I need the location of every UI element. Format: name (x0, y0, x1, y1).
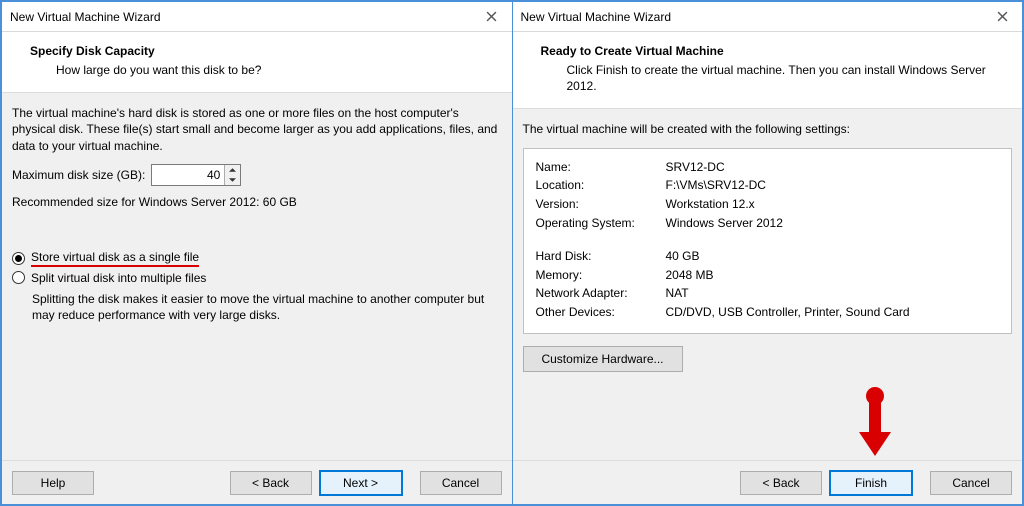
wizard-step-disk-capacity: New Virtual Machine Wizard Specify Disk … (1, 1, 512, 505)
summary-key: Network Adapter: (536, 285, 666, 302)
help-button[interactable]: Help (12, 471, 94, 495)
split-note: Splitting the disk makes it easier to mo… (32, 291, 502, 323)
spinner-down-icon[interactable] (225, 175, 240, 185)
summary-row: Location:F:\VMs\SRV12-DC (536, 177, 1000, 194)
summary-value: SRV12-DC (666, 159, 725, 176)
cancel-button[interactable]: Cancel (930, 471, 1012, 495)
summary-value: Windows Server 2012 (666, 215, 783, 232)
summary-value: Workstation 12.x (666, 196, 755, 213)
cancel-button[interactable]: Cancel (420, 471, 502, 495)
summary-value: 40 GB (666, 248, 700, 265)
summary-key: Memory: (536, 267, 666, 284)
wizard-step-ready: New Virtual Machine Wizard Ready to Crea… (512, 1, 1024, 505)
summary-key: Location: (536, 177, 666, 194)
wizard-body: The virtual machine will be created with… (513, 109, 1023, 460)
recommended-text: Recommended size for Windows Server 2012… (12, 194, 502, 210)
summary-row: Name:SRV12-DC (536, 159, 1000, 176)
titlebar: New Virtual Machine Wizard (2, 2, 512, 32)
disk-size-input[interactable] (152, 165, 224, 185)
summary-row: Operating System:Windows Server 2012 (536, 215, 1000, 232)
summary-row: Memory:2048 MB (536, 267, 1000, 284)
intro-text: The virtual machine will be created with… (523, 121, 1013, 137)
page-title: Specify Disk Capacity (30, 44, 498, 58)
wizard-footer: Help < Back Next > Cancel (2, 460, 512, 504)
summary-row: Hard Disk:40 GB (536, 248, 1000, 265)
summary-row: Network Adapter:NAT (536, 285, 1000, 302)
radio-single-label: Store virtual disk as a single file (31, 250, 199, 267)
radio-single-file[interactable]: Store virtual disk as a single file (12, 250, 502, 267)
customize-hardware-button[interactable]: Customize Hardware... (523, 346, 683, 372)
summary-value: CD/DVD, USB Controller, Printer, Sound C… (666, 304, 910, 321)
page-subtitle: How large do you want this disk to be? (56, 62, 498, 78)
close-icon[interactable] (990, 5, 1014, 29)
back-button[interactable]: < Back (740, 471, 822, 495)
finish-button[interactable]: Finish (830, 471, 912, 495)
window-title: New Virtual Machine Wizard (10, 10, 480, 24)
summary-row: Version:Workstation 12.x (536, 196, 1000, 213)
summary-key: Version: (536, 196, 666, 213)
titlebar: New Virtual Machine Wizard (513, 2, 1023, 32)
summary-row: Other Devices:CD/DVD, USB Controller, Pr… (536, 304, 1000, 321)
wizard-body: The virtual machine's hard disk is store… (2, 93, 512, 460)
page-title: Ready to Create Virtual Machine (541, 44, 1009, 58)
summary-value: NAT (666, 285, 689, 302)
wizard-header: Ready to Create Virtual Machine Click Fi… (513, 32, 1023, 109)
close-icon[interactable] (480, 5, 504, 29)
summary-key: Other Devices: (536, 304, 666, 321)
summary-key: Operating System: (536, 215, 666, 232)
wizard-footer: < Back Finish Cancel (513, 460, 1023, 504)
spinner-up-icon[interactable] (225, 165, 240, 175)
summary-value: 2048 MB (666, 267, 714, 284)
summary-value: F:\VMs\SRV12-DC (666, 177, 766, 194)
next-button[interactable]: Next > (320, 471, 402, 495)
page-subtitle: Click Finish to create the virtual machi… (567, 62, 1009, 94)
radio-split-files[interactable]: Split virtual disk into multiple files (12, 271, 502, 285)
disk-size-spinner[interactable] (151, 164, 241, 186)
summary-key: Name: (536, 159, 666, 176)
radio-split-label: Split virtual disk into multiple files (31, 271, 206, 285)
window-title: New Virtual Machine Wizard (521, 10, 991, 24)
summary-box: Name:SRV12-DCLocation:F:\VMs\SRV12-DCVer… (523, 148, 1013, 334)
wizard-header: Specify Disk Capacity How large do you w… (2, 32, 512, 93)
back-button[interactable]: < Back (230, 471, 312, 495)
annotation-arrow-icon (855, 386, 895, 458)
summary-key: Hard Disk: (536, 248, 666, 265)
intro-text: The virtual machine's hard disk is store… (12, 105, 502, 154)
disk-size-label: Maximum disk size (GB): (12, 168, 145, 182)
